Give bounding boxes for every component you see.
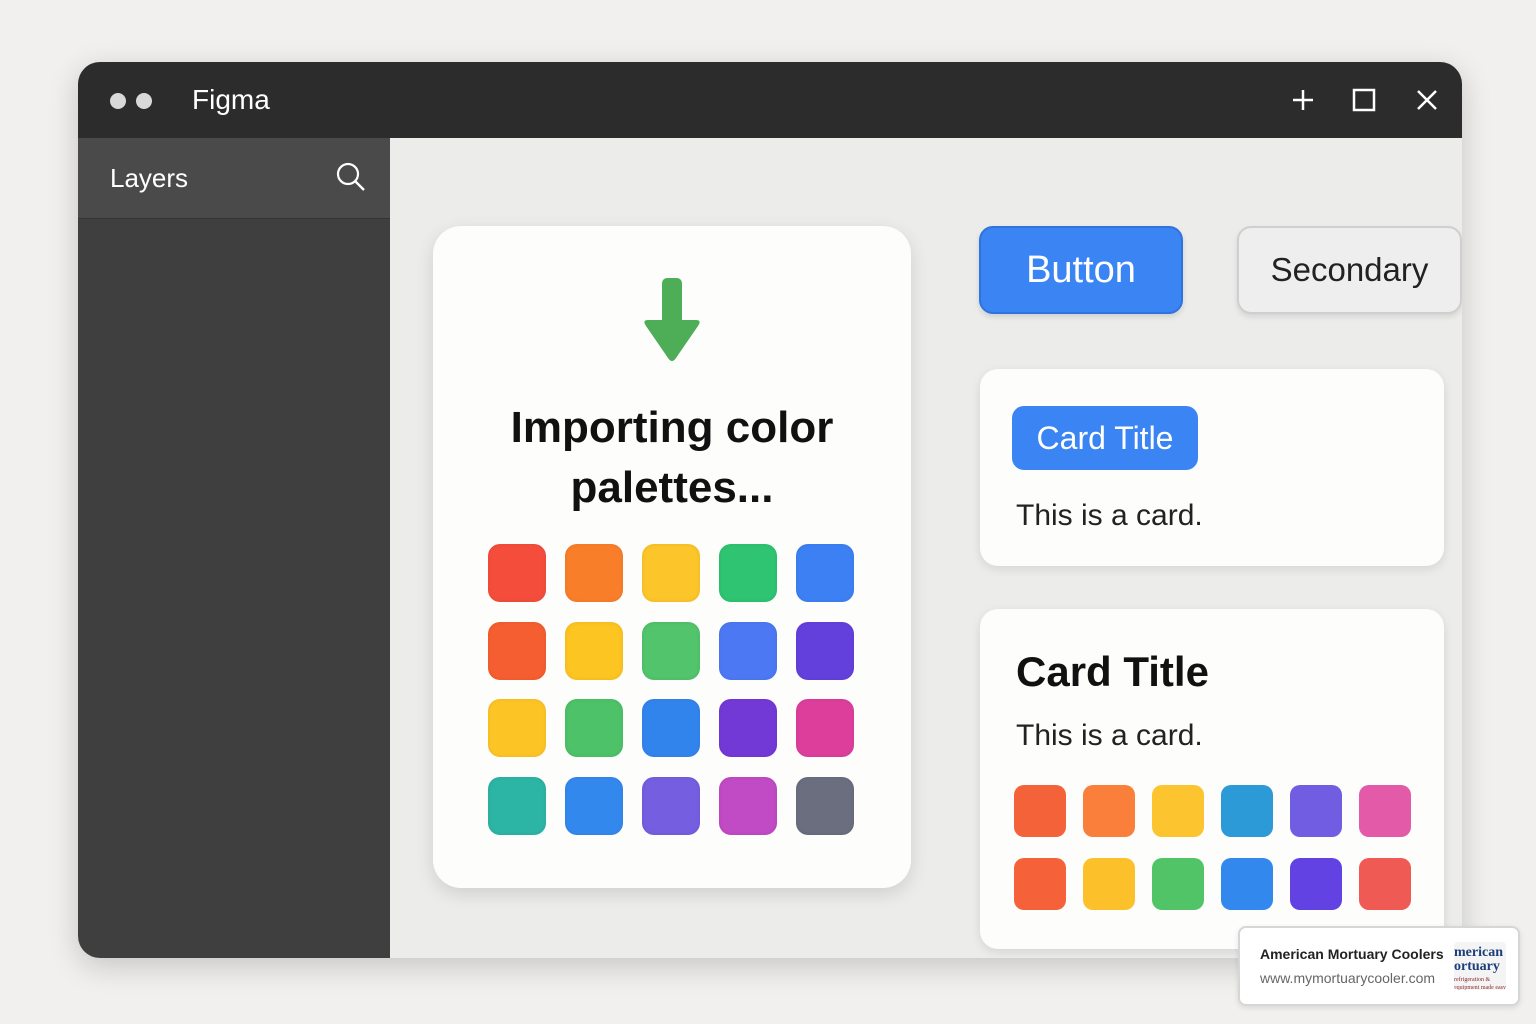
color-swatch[interactable] — [1014, 785, 1066, 837]
down-arrow-icon — [644, 278, 700, 361]
card-swatch-grid — [1014, 785, 1414, 913]
search-button[interactable] — [334, 160, 368, 194]
color-swatch[interactable] — [565, 544, 623, 602]
card-body-text: This is a card. — [1016, 499, 1203, 532]
color-swatch[interactable] — [796, 776, 854, 835]
secondary-button[interactable]: Secondary — [1237, 226, 1462, 314]
window-dot[interactable] — [136, 93, 152, 109]
color-swatch[interactable] — [719, 699, 777, 757]
color-swatch[interactable] — [1359, 785, 1411, 837]
maximize-icon — [1352, 88, 1376, 112]
logo-text: ortuary — [1454, 959, 1500, 974]
color-swatch[interactable] — [719, 544, 777, 602]
color-swatch[interactable] — [719, 621, 777, 680]
layers-title: Layers — [110, 163, 189, 193]
color-swatch[interactable] — [796, 699, 854, 757]
palette-swatch-grid — [488, 544, 860, 840]
plus-icon — [1293, 90, 1313, 110]
logo-tagline: refrigeration & equipment made easy to c… — [1454, 977, 1506, 990]
color-swatch[interactable] — [1152, 858, 1204, 910]
close-button[interactable] — [1409, 82, 1445, 118]
watermark-url: www.mymortuarycooler.com — [1260, 970, 1436, 986]
design-canvas[interactable]: Importing color palettes... Button Secon… — [390, 138, 1462, 958]
watermark-name: American Mortuary Coolers — [1260, 946, 1444, 962]
color-swatch[interactable] — [642, 544, 700, 602]
color-swatch[interactable] — [719, 776, 777, 835]
color-swatch[interactable] — [642, 621, 700, 680]
maximize-button[interactable] — [1346, 82, 1382, 118]
color-swatch[interactable] — [488, 621, 546, 680]
color-swatch[interactable] — [796, 544, 854, 602]
new-tab-button[interactable] — [1285, 82, 1321, 118]
title-bar: Figma — [78, 62, 1462, 138]
color-swatch[interactable] — [1083, 785, 1135, 837]
color-swatch[interactable] — [642, 699, 700, 757]
card-component-palette[interactable]: Card Title This is a card. — [980, 609, 1444, 949]
color-swatch[interactable] — [1083, 858, 1135, 910]
color-swatch[interactable] — [565, 776, 623, 835]
color-swatch[interactable] — [488, 699, 546, 757]
import-palette-card[interactable]: Importing color palettes... — [433, 226, 911, 888]
search-icon — [336, 162, 365, 191]
color-swatch[interactable] — [1290, 785, 1342, 837]
window-dot[interactable] — [110, 93, 126, 109]
color-swatch[interactable] — [1221, 858, 1273, 910]
color-swatch[interactable] — [642, 776, 700, 835]
color-swatch[interactable] — [1290, 858, 1342, 910]
color-swatch[interactable] — [488, 544, 546, 602]
app-window: Figma Layers Importing color palettes...… — [78, 62, 1462, 958]
logo-text: merican — [1454, 945, 1503, 960]
color-swatch[interactable] — [1014, 858, 1066, 910]
color-swatch[interactable] — [565, 699, 623, 757]
close-icon — [1417, 90, 1437, 110]
color-swatch[interactable] — [796, 621, 854, 680]
card-body-text: This is a card. — [1016, 719, 1203, 752]
color-swatch[interactable] — [1359, 858, 1411, 910]
card-title-badge: Card Title — [1012, 406, 1198, 470]
sidebar-header: Layers — [78, 138, 390, 219]
color-swatch[interactable] — [488, 776, 546, 835]
color-swatch[interactable] — [1221, 785, 1273, 837]
watermark-logo: merican ortuary refrigeration & equipmen… — [1454, 942, 1506, 990]
color-swatch[interactable] — [565, 621, 623, 680]
color-swatch[interactable] — [1152, 785, 1204, 837]
import-title: Importing color palettes... — [510, 403, 834, 512]
layers-sidebar: Layers — [78, 138, 390, 958]
watermark-badge[interactable]: American Mortuary Coolers www.mymortuary… — [1238, 926, 1520, 1006]
card-component[interactable]: Card Title This is a card. — [980, 369, 1444, 566]
card-title: Card Title — [1016, 648, 1209, 695]
app-title: Figma — [192, 84, 270, 115]
primary-button[interactable]: Button — [979, 226, 1183, 314]
